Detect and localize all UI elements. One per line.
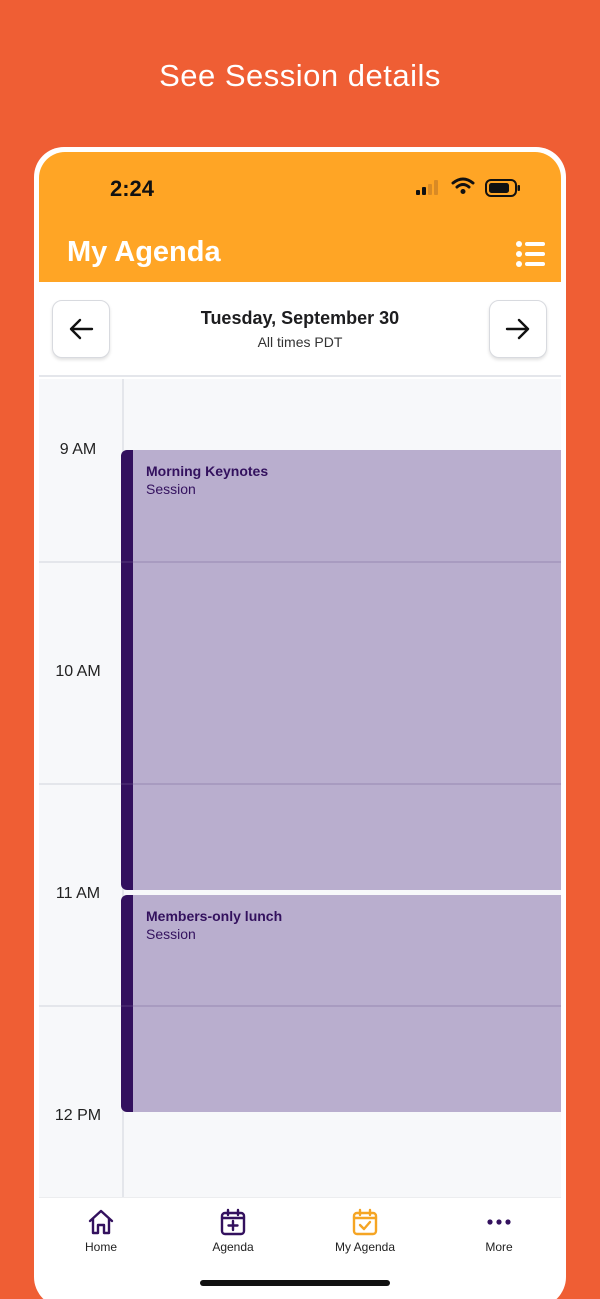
hour-label-12pm: 12 PM — [54, 1107, 102, 1124]
tab-my-agenda[interactable]: My Agenda — [305, 1208, 425, 1260]
next-day-button[interactable] — [489, 300, 547, 358]
event-gridline — [121, 783, 561, 785]
tab-label: My Agenda — [334, 1240, 396, 1254]
tab-label: More — [485, 1240, 513, 1254]
hour-label-10am: 10 AM — [55, 663, 101, 680]
date-navigator: Tuesday, September 30 All times PDT — [39, 282, 561, 377]
cellular-signal-icon — [416, 180, 438, 195]
home-indicator[interactable] — [200, 1280, 390, 1286]
event-title: Members-only lunch — [146, 908, 283, 924]
phone-frame: 2:24 My Agenda Tuesday, September 30 All… — [34, 147, 566, 1299]
list-view-icon[interactable] — [515, 240, 547, 268]
timezone-note: All times PDT — [257, 334, 343, 350]
app-header: 2:24 My Agenda — [39, 152, 561, 282]
page-title: My Agenda — [67, 236, 221, 268]
event-members-only-lunch[interactable]: Members-only lunch Session — [121, 895, 561, 1112]
home-icon — [88, 1209, 114, 1235]
event-gridline — [121, 561, 561, 563]
tab-agenda[interactable]: Agenda — [173, 1208, 293, 1260]
battery-icon — [485, 179, 520, 197]
tab-label: Home — [84, 1240, 117, 1254]
tab-home[interactable]: Home — [41, 1208, 161, 1260]
status-time: 2:24 — [110, 176, 155, 201]
day-schedule[interactable]: 9 AM 10 AM 11 AM 12 PM Morning Keynotes … — [39, 379, 561, 1197]
tab-more[interactable]: More — [439, 1208, 559, 1260]
calendar-check-icon — [352, 1208, 378, 1236]
event-morning-keynotes[interactable]: Morning Keynotes Session — [121, 450, 561, 890]
tab-label: Agenda — [212, 1240, 254, 1254]
event-type: Session — [146, 926, 196, 942]
arrow-right-icon — [505, 318, 530, 340]
event-title: Morning Keynotes — [146, 463, 269, 479]
promo-caption: See Session details — [159, 58, 441, 93]
event-gridline — [121, 1005, 561, 1007]
hour-label-11am: 11 AM — [55, 885, 101, 902]
event-type: Session — [146, 481, 196, 497]
current-date: Tuesday, September 30 — [200, 308, 400, 328]
calendar-plus-icon — [220, 1208, 246, 1236]
hour-label-9am: 9 AM — [59, 441, 97, 458]
more-dots-icon — [487, 1219, 511, 1225]
wifi-icon — [451, 177, 475, 194]
